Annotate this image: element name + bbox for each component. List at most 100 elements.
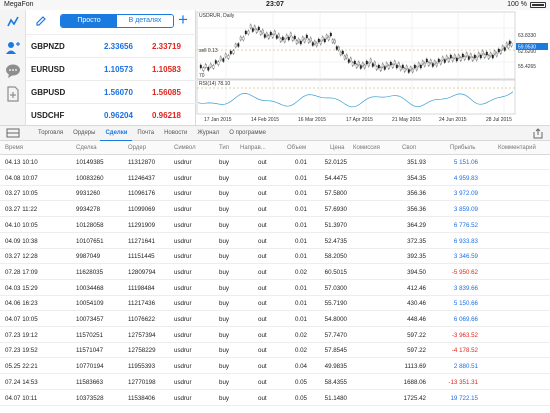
tab-orders[interactable]: Ордеры — [68, 126, 100, 142]
cell-volume: 0.01 — [294, 284, 307, 292]
candle-body — [405, 65, 408, 70]
table-row[interactable]: 04.08 10:07 10083260 11246437 usdrur buy out 0… — [0, 171, 550, 186]
table-row[interactable]: 04.09 10:38 10107651 11271641 usdrur buy out 0… — [0, 234, 550, 249]
table-row[interactable]: 04.07 10:11 10373528 11538406 usdrur buy out 0… — [0, 391, 550, 406]
candle-body — [487, 55, 490, 59]
price-chart[interactable]: 63.8330 62.6200 55.4265 59.9530 USDRUR, … — [196, 10, 550, 125]
chart-canvas: 63.8330 62.6200 55.4265 59.9530 USDRUR, … — [196, 10, 550, 125]
quotes-icon[interactable] — [5, 14, 21, 30]
deals-table-body: 04.13 10:10 10149385 11312870 usdrur buy out 0… — [0, 155, 550, 413]
candle-body — [207, 67, 210, 71]
candle-body — [315, 42, 318, 47]
table-row[interactable]: 07.28 17:09 11628035 12809794 usdrur buy out 0… — [0, 265, 550, 280]
cell-order: 11271641 — [128, 237, 156, 245]
table-row[interactable]: 03.27 11:22 9934278 11099069 usdrur buy out 0.… — [0, 202, 550, 218]
table-row[interactable]: 03.27 10:05 9931260 11096176 usdrur buy out 0.… — [0, 186, 550, 202]
table-row[interactable]: 03.27 12:28 9987049 11151445 usdrur buy out 0.… — [0, 249, 550, 265]
candle-body — [202, 67, 205, 71]
candle-body — [253, 25, 256, 30]
cell-order: 12770198 — [128, 378, 156, 386]
candle-body — [483, 54, 486, 58]
chat-icon[interactable] — [5, 63, 21, 79]
table-row[interactable]: 04.10 10:05 10128058 11291909 usdrur buy out 0… — [0, 218, 550, 233]
column-order[interactable]: Ордер — [128, 145, 146, 151]
tab-about[interactable]: О программе — [224, 126, 271, 142]
accounts-icon[interactable] — [5, 40, 21, 56]
cell-volume: 0.02 — [294, 347, 307, 355]
cell-profit: 6 933.83 — [453, 237, 478, 245]
candle-body — [485, 51, 488, 56]
tab-deals[interactable]: Сделки — [100, 126, 133, 142]
cell-volume: 0.01 — [294, 159, 307, 166]
column-symbol[interactable]: Символ — [174, 145, 196, 151]
new-document-icon[interactable] — [5, 86, 21, 102]
table-row[interactable]: 04.07 10:05 10073457 11076622 usdrur buy out 0… — [0, 312, 550, 327]
tab-journal[interactable]: Журнал — [192, 126, 224, 142]
candle-body — [481, 50, 484, 55]
segment-detailed[interactable]: В деталях — [117, 15, 173, 27]
candle-body — [307, 39, 310, 43]
cell-type: buy — [219, 190, 229, 198]
cell-direction: out — [258, 206, 267, 214]
cell-time: 04.10 10:05 — [5, 221, 38, 229]
table-row[interactable]: 04.06 16:23 10054109 11217436 usdrur buy out 0… — [0, 296, 550, 312]
cell-profit: 6 069.66 — [453, 316, 478, 323]
table-row[interactable]: 07.23 19:12 11570251 12757394 usdrur buy out 0… — [0, 328, 550, 343]
quote-row[interactable]: GBPUSD 1.56070 1.56085 — [26, 80, 196, 103]
candle-body — [303, 38, 306, 43]
segment-simple[interactable]: Просто — [61, 15, 117, 27]
table-row[interactable]: 07.23 19:52 11571047 12758229 usdrur buy out 0… — [0, 343, 550, 359]
candle-body — [273, 30, 276, 35]
column-profit[interactable]: Прибыль — [450, 145, 475, 151]
table-row[interactable]: 07.24 14:53 11583663 12770198 usdrur buy out 0… — [0, 375, 550, 390]
cell-time: 04.07 10:05 — [5, 316, 38, 323]
candle-body — [234, 43, 237, 48]
cell-order: 11291909 — [128, 221, 156, 229]
column-swap[interactable]: Своп — [402, 145, 416, 151]
cell-direction: out — [258, 190, 267, 198]
column-direction[interactable]: Направ... — [240, 145, 266, 151]
cell-swap: 597.22 — [407, 347, 426, 355]
cell-deal: 11571047 — [76, 347, 104, 355]
share-icon[interactable] — [532, 128, 544, 139]
column-deal[interactable]: Сделка — [76, 145, 97, 151]
quote-row[interactable]: USDCHF 0.96204 0.96218 — [26, 103, 196, 126]
tab-mail[interactable]: Почта — [132, 126, 159, 142]
candle-body — [503, 47, 506, 51]
candle-body — [417, 62, 420, 67]
column-comment[interactable]: Комментарий — [498, 145, 536, 151]
cell-price: 51.3970 — [324, 221, 347, 229]
column-type[interactable]: Тип — [219, 145, 229, 151]
quote-row[interactable]: GBPNZD 2.33656 2.33719 — [26, 34, 196, 57]
table-row[interactable]: 05.25 22:21 10770194 11955393 usdrur buy out 0… — [0, 359, 550, 375]
candle-body — [337, 46, 340, 51]
terminal-tabs: Торговля Ордеры Сделки Почта Новости Жур… — [33, 126, 271, 142]
column-volume[interactable]: Объем — [287, 145, 306, 151]
candle-body — [323, 38, 326, 43]
tab-news[interactable]: Новости — [159, 126, 192, 142]
cell-profit: 5 150.66 — [453, 300, 478, 308]
edit-pencil-icon[interactable] — [34, 14, 48, 28]
candle-body — [283, 38, 286, 43]
cell-volume: 0.01 — [294, 206, 307, 214]
candle-body — [214, 60, 217, 64]
candle-body — [429, 59, 432, 64]
add-symbol-button[interactable]: + — [174, 11, 192, 29]
cell-symbol: usdrur — [174, 190, 192, 198]
cell-direction: out — [258, 394, 267, 402]
cell-deal: 10073457 — [76, 316, 104, 323]
table-row[interactable]: 04.13 10:10 10149385 11312870 usdrur buy out 0… — [0, 155, 550, 170]
candle-body — [373, 61, 376, 66]
candle-body — [275, 35, 278, 39]
quote-ask: 2.33719 — [152, 42, 181, 51]
column-price[interactable]: Цена — [330, 145, 344, 151]
candle-body — [361, 62, 364, 67]
table-row[interactable]: 04.03 15:29 10034468 11198484 usdrur buy out 0… — [0, 281, 550, 296]
column-time[interactable]: Время — [5, 145, 23, 151]
tab-trade[interactable]: Торговля — [33, 126, 68, 142]
layout-toggle-icon[interactable] — [6, 128, 20, 138]
candle-body — [267, 35, 270, 39]
column-commission[interactable]: Комиссия — [353, 145, 380, 151]
quote-symbol: GBPNZD — [31, 42, 65, 51]
quote-row[interactable]: EURUSD 1.10573 1.10583 — [26, 57, 196, 80]
